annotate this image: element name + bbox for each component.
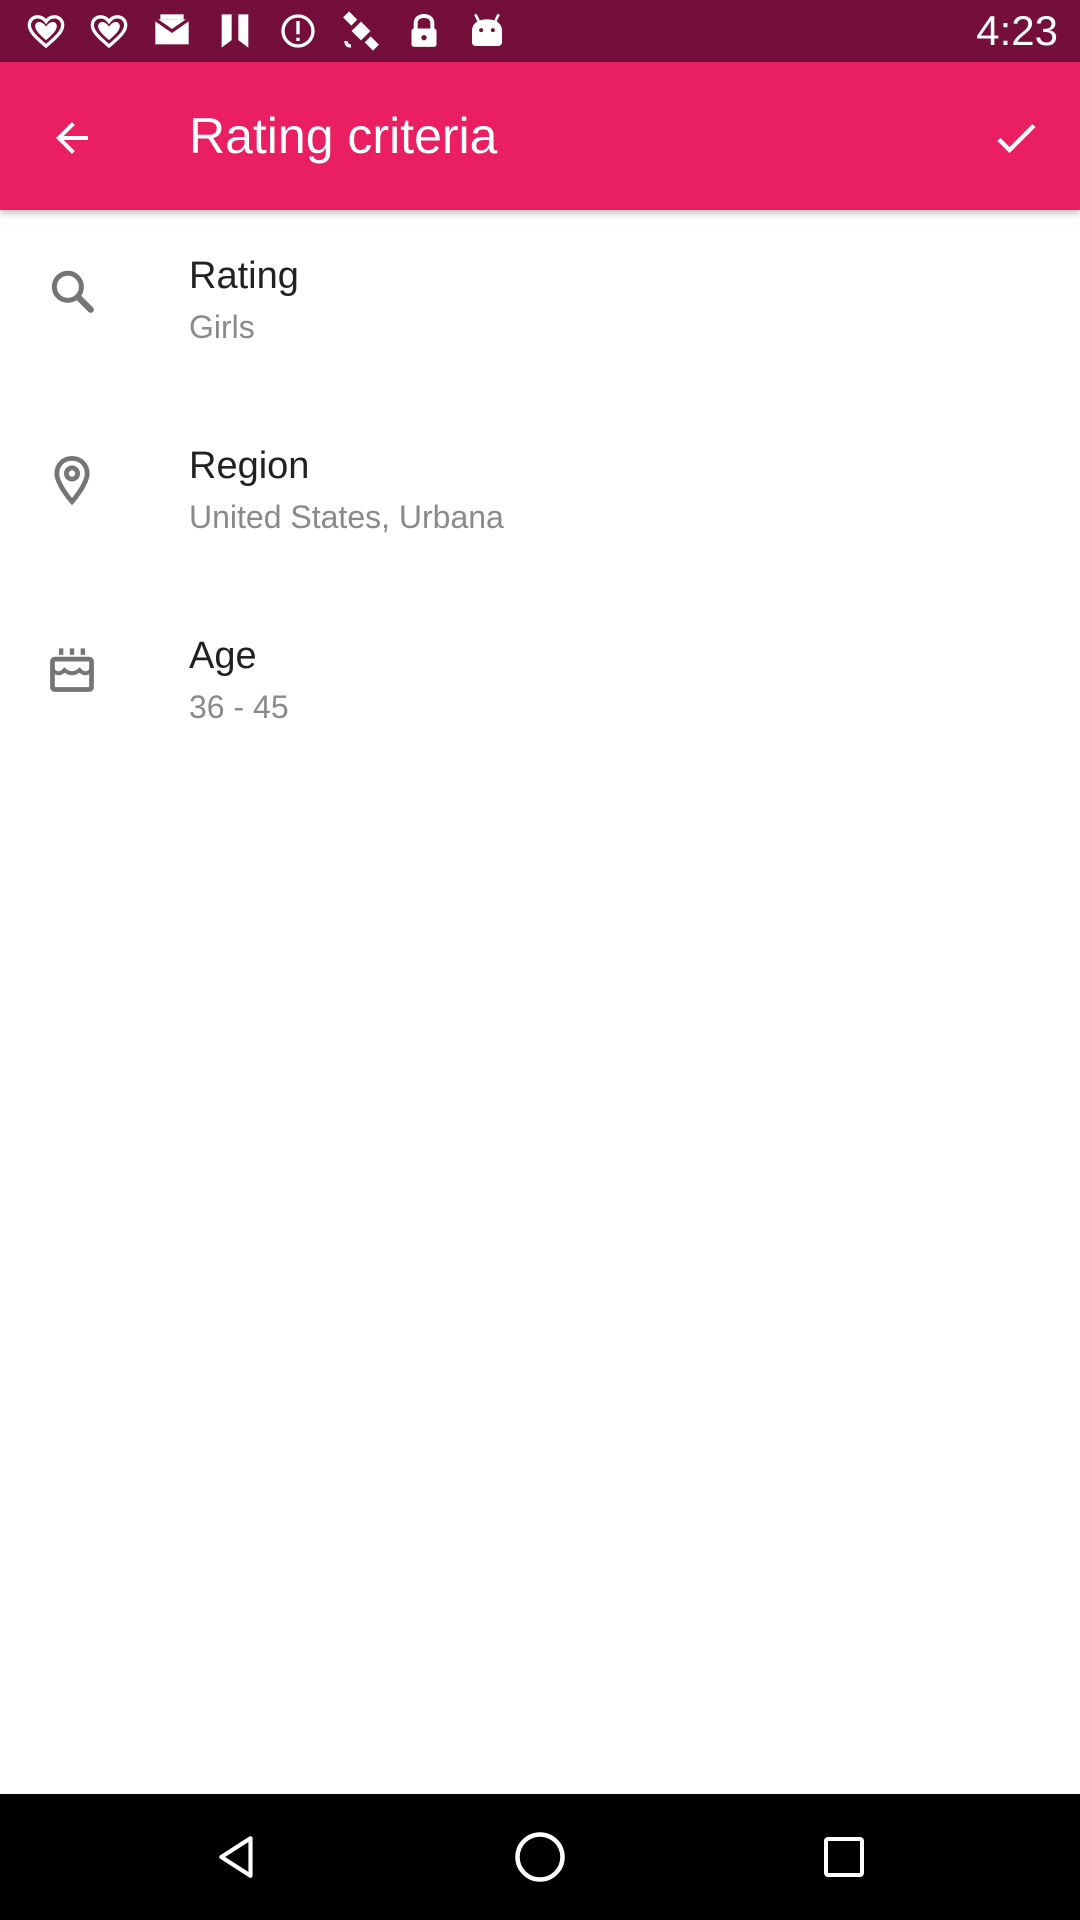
back-triangle-icon bbox=[219, 1836, 253, 1878]
nav-back-button[interactable] bbox=[206, 1825, 270, 1889]
heart-icon bbox=[24, 10, 68, 52]
status-icons bbox=[24, 10, 528, 52]
app-bar: Rating criteria bbox=[0, 62, 1080, 210]
criteria-value: 36 - 45 bbox=[189, 689, 289, 725]
nav-recents-button[interactable] bbox=[812, 1825, 876, 1889]
status-bar: 4:23 bbox=[0, 0, 1080, 62]
arrow-back-icon bbox=[56, 122, 88, 154]
check-icon bbox=[997, 124, 1036, 154]
recents-square-icon bbox=[824, 1837, 864, 1877]
criteria-item-rating[interactable]: Rating Girls bbox=[0, 210, 1080, 400]
criteria-value: United States, Urbana bbox=[189, 499, 504, 535]
criteria-value: Girls bbox=[189, 309, 255, 345]
home-circle-icon bbox=[515, 1832, 565, 1882]
android-icon bbox=[465, 10, 509, 52]
criteria-title: Age bbox=[189, 635, 257, 677]
criteria-list: Rating Girls Region United States, Urban… bbox=[0, 210, 1080, 780]
cake-icon bbox=[44, 642, 100, 698]
navigation-bar bbox=[0, 1794, 1080, 1920]
alert-icon bbox=[276, 10, 320, 52]
criteria-item-region[interactable]: Region United States, Urbana bbox=[0, 400, 1080, 590]
criteria-item-age[interactable]: Age 36 - 45 bbox=[0, 590, 1080, 780]
mail-icon bbox=[150, 10, 194, 52]
confirm-button[interactable] bbox=[980, 102, 1052, 174]
bookmark-icon bbox=[213, 10, 257, 52]
search-icon bbox=[44, 263, 100, 319]
heart-icon bbox=[87, 10, 131, 52]
criteria-title: Rating bbox=[189, 255, 299, 297]
status-time: 4:23 bbox=[976, 7, 1058, 54]
criteria-title: Region bbox=[189, 445, 310, 487]
nav-home-button[interactable] bbox=[508, 1825, 572, 1889]
page-title: Rating criteria bbox=[189, 108, 498, 164]
satellite-fake-gps-icon bbox=[339, 10, 383, 52]
location-pin-icon bbox=[44, 452, 100, 508]
lock-icon bbox=[402, 10, 446, 52]
back-button[interactable] bbox=[36, 102, 108, 174]
